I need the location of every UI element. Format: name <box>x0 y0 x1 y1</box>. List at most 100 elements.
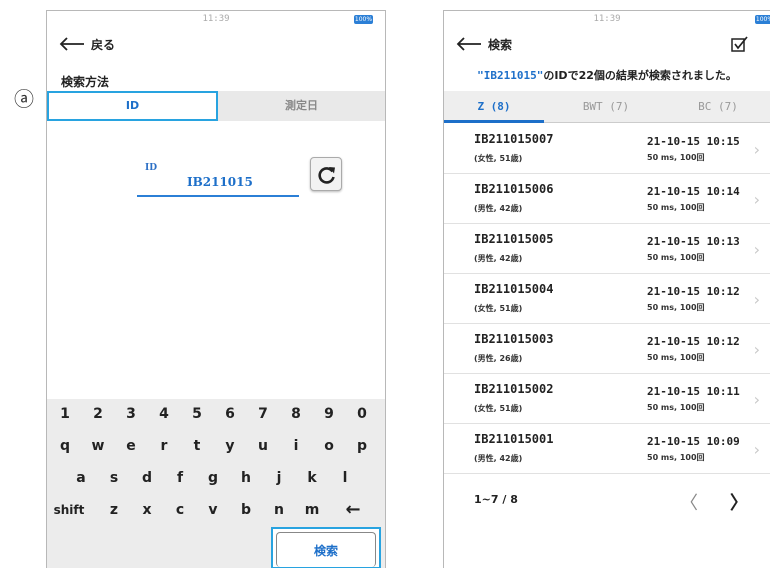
key-5[interactable]: 5 <box>182 399 212 429</box>
result-timestamp: 21-10-15 10:12 <box>647 285 740 298</box>
result-timestamp: 21-10-15 10:13 <box>647 235 740 248</box>
status-bar: 11:39 100% <box>444 11 770 29</box>
status-time: 11:39 <box>202 14 230 24</box>
key-6[interactable]: 6 <box>215 399 245 429</box>
result-patient-info: (女性, 51歳) <box>474 404 523 413</box>
key-r[interactable]: r <box>149 431 179 461</box>
tab-bwt[interactable]: BWT (7) <box>556 91 656 123</box>
result-row[interactable]: IB211015004 (女性, 51歳) 21-10-15 10:12 50 … <box>444 274 770 324</box>
tab-z[interactable]: Z (8) <box>444 91 544 123</box>
status-time: 11:39 <box>593 14 621 24</box>
key-m[interactable]: m <box>297 495 327 525</box>
chevron-right-icon: › <box>753 240 760 259</box>
keyboard-row-asdf: a s d f g h j k l <box>47 463 385 493</box>
backspace-key[interactable]: ← <box>333 495 373 525</box>
refresh-button[interactable] <box>310 157 342 191</box>
tab-measurement-date[interactable]: 測定日 <box>218 91 385 121</box>
key-a[interactable]: a <box>66 463 96 493</box>
search-screen: 11:39 100% 戻る 検索方法 ID 測定日 ID IB211015 1 … <box>46 10 386 568</box>
key-k[interactable]: k <box>297 463 327 493</box>
nav-bar: 検索 <box>444 29 770 59</box>
result-meta: 50 ms, 100回 <box>647 153 705 162</box>
result-row[interactable]: IB211015005 (男性, 42歳) 21-10-15 10:13 50 … <box>444 224 770 274</box>
key-f[interactable]: f <box>165 463 195 493</box>
key-1[interactable]: 1 <box>50 399 80 429</box>
key-e[interactable]: e <box>116 431 146 461</box>
key-d[interactable]: d <box>132 463 162 493</box>
keyboard-search-button[interactable]: 検索 <box>276 532 376 567</box>
chevron-right-icon: › <box>753 140 760 159</box>
key-h[interactable]: h <box>231 463 261 493</box>
key-v[interactable]: v <box>198 495 228 525</box>
result-row[interactable]: IB211015002 (女性, 51歳) 21-10-15 10:11 50 … <box>444 374 770 424</box>
result-row[interactable]: IB211015007 (女性, 51歳) 21-10-15 10:15 50 … <box>444 124 770 174</box>
back-label[interactable]: 検索 <box>488 36 512 53</box>
result-row[interactable]: IB211015001 (男性, 42歳) 21-10-15 10:09 50 … <box>444 424 770 474</box>
result-id: IB211015006 <box>474 182 554 196</box>
back-arrow-icon[interactable] <box>59 37 85 51</box>
key-z[interactable]: z <box>99 495 129 525</box>
result-timestamp: 21-10-15 10:15 <box>647 135 740 148</box>
result-patient-info: (男性, 26歳) <box>474 354 523 363</box>
active-tab-indicator <box>444 120 544 123</box>
prev-page-icon[interactable]: 〈 <box>680 489 698 515</box>
result-meta: 50 ms, 100回 <box>647 353 705 362</box>
result-patient-info: (男性, 42歳) <box>474 204 523 213</box>
battery-icon: 100% <box>354 15 373 24</box>
id-input[interactable]: IB211015 <box>187 175 253 189</box>
key-3[interactable]: 3 <box>116 399 146 429</box>
result-id: IB211015001 <box>474 432 554 446</box>
key-8[interactable]: 8 <box>281 399 311 429</box>
key-9[interactable]: 9 <box>314 399 344 429</box>
result-timestamp: 21-10-15 10:11 <box>647 385 740 398</box>
key-n[interactable]: n <box>264 495 294 525</box>
key-u[interactable]: u <box>248 431 278 461</box>
result-patient-info: (男性, 42歳) <box>474 254 523 263</box>
key-x[interactable]: x <box>132 495 162 525</box>
key-j[interactable]: j <box>264 463 294 493</box>
result-timestamp: 21-10-15 10:09 <box>647 435 740 448</box>
chevron-right-icon: › <box>753 390 760 409</box>
key-4[interactable]: 4 <box>149 399 179 429</box>
result-tabs: Z (8) BWT (7) BC (7) <box>444 91 770 123</box>
result-id: IB211015005 <box>474 232 554 246</box>
result-row[interactable]: IB211015006 (男性, 42歳) 21-10-15 10:14 50 … <box>444 174 770 224</box>
key-p[interactable]: p <box>347 431 377 461</box>
refresh-icon <box>318 167 335 184</box>
result-patient-info: (女性, 51歳) <box>474 304 523 313</box>
key-2[interactable]: 2 <box>83 399 113 429</box>
keyboard-row-zxcv: shift z x c v b n m ← <box>47 495 385 525</box>
result-meta: 50 ms, 100回 <box>647 403 705 412</box>
key-0[interactable]: 0 <box>347 399 377 429</box>
result-list: IB211015007 (女性, 51歳) 21-10-15 10:15 50 … <box>444 124 770 474</box>
key-l[interactable]: l <box>330 463 360 493</box>
key-y[interactable]: y <box>215 431 245 461</box>
search-method-title: 検索方法 <box>61 75 110 89</box>
key-g[interactable]: g <box>198 463 228 493</box>
key-c[interactable]: c <box>165 495 195 525</box>
nav-bar: 戻る <box>47 29 385 59</box>
next-page-icon[interactable]: 〉 <box>730 489 748 515</box>
tab-bc[interactable]: BC (7) <box>668 91 768 123</box>
key-t[interactable]: t <box>182 431 212 461</box>
key-q[interactable]: q <box>50 431 80 461</box>
on-screen-keyboard: 1 2 3 4 5 6 7 8 9 0 q w e r t y u i o p … <box>47 399 385 568</box>
tab-id[interactable]: ID <box>47 91 218 121</box>
key-s[interactable]: s <box>99 463 129 493</box>
key-w[interactable]: w <box>83 431 113 461</box>
key-b[interactable]: b <box>231 495 261 525</box>
key-i[interactable]: i <box>281 431 311 461</box>
chevron-right-icon: › <box>753 340 760 359</box>
back-arrow-icon[interactable] <box>456 37 482 51</box>
key-shift[interactable]: shift <box>49 495 89 525</box>
key-7[interactable]: 7 <box>248 399 278 429</box>
key-o[interactable]: o <box>314 431 344 461</box>
result-row[interactable]: IB211015003 (男性, 26歳) 21-10-15 10:12 50 … <box>444 324 770 374</box>
result-patient-info: (男性, 42歳) <box>474 454 523 463</box>
result-id: IB211015004 <box>474 282 554 296</box>
checkbox-select-icon[interactable] <box>730 35 748 53</box>
back-label[interactable]: 戻る <box>91 36 115 53</box>
results-screen: 11:39 100% 検索 "IB211015"のIDで22個の結果が検索されま… <box>443 10 770 568</box>
id-field-label: ID <box>145 163 158 173</box>
keyboard-row-numbers: 1 2 3 4 5 6 7 8 9 0 <box>47 399 385 429</box>
